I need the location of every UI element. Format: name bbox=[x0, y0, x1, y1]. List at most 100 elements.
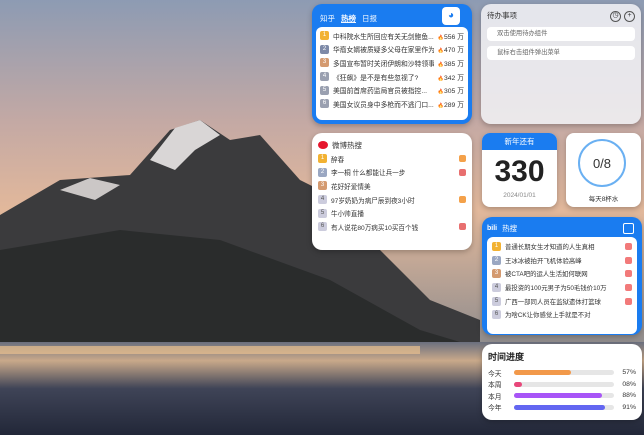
tab-daily[interactable]: 日报 bbox=[362, 13, 377, 24]
clock-icon[interactable]: ◷ bbox=[610, 11, 621, 22]
list-item[interactable]: 6 有人说花80万病买10买百个钱 bbox=[318, 220, 466, 234]
weibo-logo-icon bbox=[318, 141, 328, 149]
list-item[interactable]: 3 花好好爱情美 bbox=[318, 179, 466, 193]
list-item[interactable]: 5 美国前首席药监局官员被指控... 305 万 bbox=[320, 83, 464, 97]
item-title: 最投资的100元男子为50毛钱价10万 bbox=[505, 285, 607, 293]
list-item[interactable]: 2 李一桐 什么都能让兵一步 bbox=[318, 166, 466, 180]
bilibili-list: 1 普通长期女生才知道的人生真相 2 王冰冰被拍开飞机体验高峰 3 被CTA吧的运人生… bbox=[487, 237, 637, 334]
tab-hot-list[interactable]: 热榜 bbox=[341, 13, 356, 24]
progress-title: 时间进度 bbox=[488, 352, 525, 362]
list-item[interactable]: 6 为啥CK让你感觉上手就是不对 bbox=[492, 308, 632, 322]
progress-percent: 08% bbox=[622, 380, 636, 388]
list-item[interactable]: 1 中科院水生所回应有关无剑鲍鱼... 556 万 bbox=[320, 29, 464, 43]
item-title: 97岁奶奶为病尸辰到夜3小时 bbox=[331, 197, 415, 205]
todo-item[interactable]: 鼠标右击组件弹出菜单 bbox=[487, 46, 635, 60]
hot-value: 470 万 bbox=[438, 44, 464, 54]
time-progress-widget[interactable]: 时间进度 今天 57% 本周 08% 本月 88% 今年 91% bbox=[482, 344, 642, 420]
rank-badge: 4 bbox=[492, 283, 501, 293]
list-item[interactable]: 4 《狂飙》是不是有些忽视了? 342 万 bbox=[320, 70, 464, 84]
calendar-icon[interactable] bbox=[623, 223, 634, 234]
item-title: 花好好爱情美 bbox=[331, 183, 371, 191]
progress-label: 今年 bbox=[488, 405, 502, 413]
hot-value: 305 万 bbox=[438, 85, 464, 95]
rank-badge: 2 bbox=[320, 44, 329, 54]
list-item[interactable]: 3 多国宣布暂时关闭伊朗和沙特领事... 385 万 bbox=[320, 56, 464, 70]
list-item[interactable]: 5 广西一部同人员在监狱遗体打篮球 bbox=[492, 294, 632, 308]
item-title: 美国女议员身中多枪而不逃门口... bbox=[333, 101, 434, 109]
weibo-header: 微博热搜 bbox=[318, 138, 466, 152]
progress-bar bbox=[514, 393, 614, 399]
list-item[interactable]: 2 华裔女婿被质疑多父母在家里作为... 470 万 bbox=[320, 43, 464, 57]
rank-badge: 5 bbox=[318, 208, 327, 218]
item-title: 普通长期女生才知道的人生真相 bbox=[505, 244, 595, 252]
countdown-date: 2024/01/01 bbox=[503, 192, 536, 199]
list-item[interactable]: 4 最投资的100元男子为50毛钱价10万 bbox=[492, 281, 632, 295]
rank-badge: 3 bbox=[320, 58, 329, 68]
hot-tag-icon bbox=[625, 284, 632, 292]
water-count: 0/8 bbox=[592, 155, 612, 171]
progress-row: 本周 08% bbox=[488, 379, 636, 391]
mascot-icon: ◕ bbox=[442, 7, 460, 25]
water-tracker-widget[interactable]: 0/8 每天8杯水 bbox=[566, 133, 641, 207]
countdown-days: 330 bbox=[494, 155, 545, 188]
list-item[interactable]: 3 被CTA吧的运人生活如何联网 bbox=[492, 267, 632, 281]
rank-badge: 4 bbox=[318, 195, 327, 205]
rank-badge: 6 bbox=[318, 222, 327, 232]
countdown-title: 新年还有 bbox=[482, 133, 557, 150]
progress-row: 今天 57% bbox=[488, 367, 636, 379]
list-item[interactable]: 1 醉春 bbox=[318, 152, 466, 166]
todo-actions: ◷ + bbox=[607, 10, 635, 22]
hot-tag-icon bbox=[459, 196, 466, 204]
progress-fill bbox=[514, 370, 571, 376]
list-item[interactable]: 2 王冰冰被拍开飞机体验高峰 bbox=[492, 254, 632, 268]
bilibili-hot-widget[interactable]: bili 热搜 1 普通长期女生才知道的人生真相 2 王冰冰被拍开飞机体验高峰 3被… bbox=[482, 217, 642, 335]
progress-percent: 57% bbox=[622, 369, 636, 377]
hot-tag-icon bbox=[459, 155, 466, 163]
list-item[interactable]: 5 牛小帅直播 bbox=[318, 206, 466, 220]
item-title: 李一桐 什么都能让兵一步 bbox=[331, 170, 406, 178]
item-title: 广西一部同人员在监狱遗体打篮球 bbox=[505, 298, 601, 306]
rank-badge: 6 bbox=[492, 310, 501, 320]
bilibili-logo-icon: bili bbox=[487, 224, 498, 232]
water-progress-ring[interactable]: 0/8 bbox=[578, 139, 626, 187]
progress-percent: 91% bbox=[622, 403, 636, 411]
rank-badge: 1 bbox=[320, 31, 329, 41]
weibo-hot-widget[interactable]: 微博热搜 1 醉春 2 李一桐 什么都能让兵一步 3 花好好爱情美 4 97岁奶奶为病尸… bbox=[312, 133, 472, 250]
list-item[interactable]: 4 97岁奶奶为病尸辰到夜3小时 bbox=[318, 193, 466, 207]
rank-badge: 3 bbox=[318, 181, 327, 191]
rank-badge: 5 bbox=[492, 296, 501, 306]
item-title: 被CTA吧的运人生活如何联网 bbox=[505, 271, 588, 279]
zhihu-hot-widget[interactable]: 知乎 热榜 日报 ◕ 1 中科院水生所回应有关无剑鲍鱼... 556 万 2 华裔女婿… bbox=[312, 4, 472, 124]
rank-badge: 3 bbox=[492, 269, 501, 279]
list-item[interactable]: 1 普通长期女生才知道的人生真相 bbox=[492, 240, 632, 254]
progress-bar bbox=[514, 404, 614, 410]
todo-title: 待办事项 bbox=[487, 11, 517, 20]
todo-header: 待办事项 ◷ + bbox=[487, 10, 635, 22]
hot-tag-icon bbox=[459, 223, 466, 231]
item-title: 美国前首席药监局官员被指控... bbox=[333, 88, 428, 96]
hot-value: 342 万 bbox=[438, 72, 464, 82]
hot-value: 556 万 bbox=[438, 31, 464, 41]
progress-label: 本月 bbox=[488, 393, 502, 401]
hot-value: 385 万 bbox=[438, 58, 464, 68]
list-item[interactable]: 6 美国女议员身中多枪而不逃门口... 289 万 bbox=[320, 97, 464, 111]
progress-bar bbox=[514, 381, 614, 387]
progress-bar bbox=[514, 370, 614, 376]
rank-badge: 6 bbox=[320, 99, 329, 109]
item-title: 有人说花80万病买10买百个钱 bbox=[331, 224, 419, 232]
rank-badge: 1 bbox=[492, 242, 501, 252]
item-title: 牛小帅直播 bbox=[331, 211, 364, 219]
progress-percent: 88% bbox=[622, 392, 636, 400]
item-title: 《狂飙》是不是有些忽视了? bbox=[333, 74, 419, 82]
zhihu-list: 1 中科院水生所回应有关无剑鲍鱼... 556 万 2 华裔女婿被质疑多父母在家里作为… bbox=[316, 27, 468, 120]
new-year-countdown-widget[interactable]: 新年还有 330 2024/01/01 bbox=[482, 133, 557, 207]
hot-tag-icon bbox=[625, 270, 632, 278]
tab-zhihu[interactable]: 知乎 bbox=[320, 13, 335, 24]
add-icon[interactable]: + bbox=[624, 11, 635, 22]
todo-widget[interactable]: 待办事项 ◷ + 双击使用待办组件 鼠标右击组件弹出菜单 bbox=[481, 4, 641, 124]
progress-fill bbox=[514, 393, 602, 399]
todo-item[interactable]: 双击使用待办组件 bbox=[487, 27, 635, 41]
weibo-title: 微博热搜 bbox=[332, 140, 362, 150]
rank-badge: 2 bbox=[318, 167, 327, 177]
bilibili-header: bili 热搜 bbox=[487, 221, 637, 235]
